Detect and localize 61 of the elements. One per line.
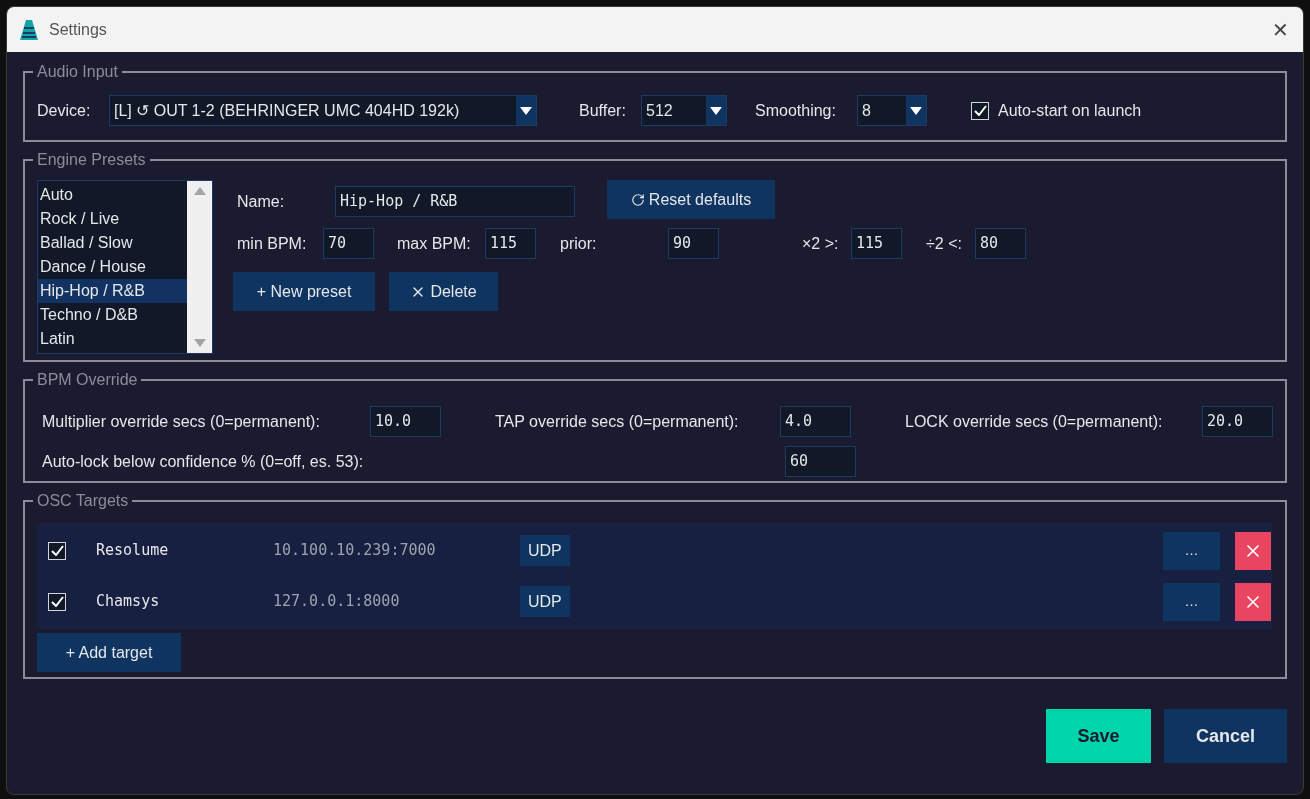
group-title: OSC Targets	[36, 491, 130, 511]
group-title: BPM Override	[36, 370, 139, 390]
list-item[interactable]: Rock / Live	[38, 207, 187, 231]
list-item[interactable]: Hip-Hop / R&B	[38, 279, 187, 303]
list-item[interactable]: Latin	[38, 327, 187, 351]
text-field[interactable]: 4.0	[780, 406, 851, 437]
list-item[interactable]: Dance / House	[38, 255, 187, 279]
text-field[interactable]: 90	[668, 228, 719, 259]
dropdown[interactable]: [L] ↺ OUT 1-2 (BEHRINGER UMC 404HD 192k)	[109, 95, 537, 126]
field-label: max BPM:	[397, 233, 472, 254]
delete-button[interactable]: Delete	[389, 272, 498, 311]
protocol-tag: UDP	[520, 586, 570, 617]
text-field[interactable]: 115	[851, 228, 902, 259]
remove-button[interactable]	[1235, 582, 1271, 621]
new-preset-button[interactable]: + New preset	[233, 272, 375, 311]
field-label: Multiplier override secs (0=permanent):	[42, 411, 321, 432]
add-target-button[interactable]: + Add target	[37, 633, 181, 672]
save-button[interactable]: Save	[1046, 709, 1151, 763]
reset-defaults-button[interactable]: Reset defaults	[607, 180, 775, 219]
text-field[interactable]: 60	[785, 446, 856, 477]
checkbox[interactable]	[48, 541, 66, 560]
field-label: Smoothing:	[755, 100, 837, 121]
reset-icon	[630, 192, 645, 207]
list-item[interactable]: Ballad / Slow	[38, 231, 187, 255]
dropdown[interactable]: 512	[641, 95, 727, 126]
text-field[interactable]: 115	[485, 228, 536, 259]
field-label: Device:	[37, 100, 92, 121]
more-button[interactable]: …	[1163, 531, 1220, 570]
list-item[interactable]: Auto	[38, 183, 187, 207]
target-name: Chamsys	[96, 591, 161, 613]
field-label: Buffer:	[579, 100, 627, 121]
text-field[interactable]: 80	[975, 228, 1026, 259]
field-label: Auto-start on launch	[998, 100, 1142, 121]
field-label: ÷2 <:	[926, 233, 963, 254]
more-button[interactable]: …	[1163, 582, 1220, 621]
field-label: Name:	[237, 191, 286, 212]
checkbox[interactable]	[971, 101, 989, 120]
window-title: Settings	[49, 19, 107, 40]
text-field[interactable]: 10.0	[370, 406, 441, 437]
text-field[interactable]: 70	[323, 228, 374, 259]
field-label: TAP override secs (0=permanent):	[495, 411, 740, 432]
target-name: Resolume	[96, 540, 170, 562]
group-title: Engine Presets	[36, 150, 147, 170]
target-address: 127.0.0.1:8000	[273, 591, 401, 613]
field-label: prior:	[560, 233, 598, 254]
cancel-button[interactable]: Cancel	[1164, 709, 1287, 763]
field-label: Auto-lock below confidence % (0=off, es. 53):	[42, 452, 364, 470]
list-item[interactable]: Techno / D&B	[38, 303, 187, 327]
field-label: LOCK override secs (0=permanent):	[905, 411, 1164, 432]
text-field[interactable]: 20.0	[1202, 406, 1273, 437]
protocol-tag: UDP	[520, 535, 570, 566]
group-title: Audio Input	[36, 62, 119, 82]
checkbox[interactable]	[48, 592, 66, 611]
name-field[interactable]: Hip-Hop / R&B	[335, 186, 575, 217]
app-logo-icon	[19, 18, 39, 41]
field-label: min BPM:	[237, 233, 308, 254]
target-address: 10.100.10.239:7000	[273, 540, 437, 562]
close-button[interactable]: ✕	[1272, 14, 1289, 45]
field-label: ×2 >:	[802, 233, 840, 254]
dropdown[interactable]: 8	[857, 95, 927, 126]
remove-button[interactable]	[1235, 531, 1271, 570]
